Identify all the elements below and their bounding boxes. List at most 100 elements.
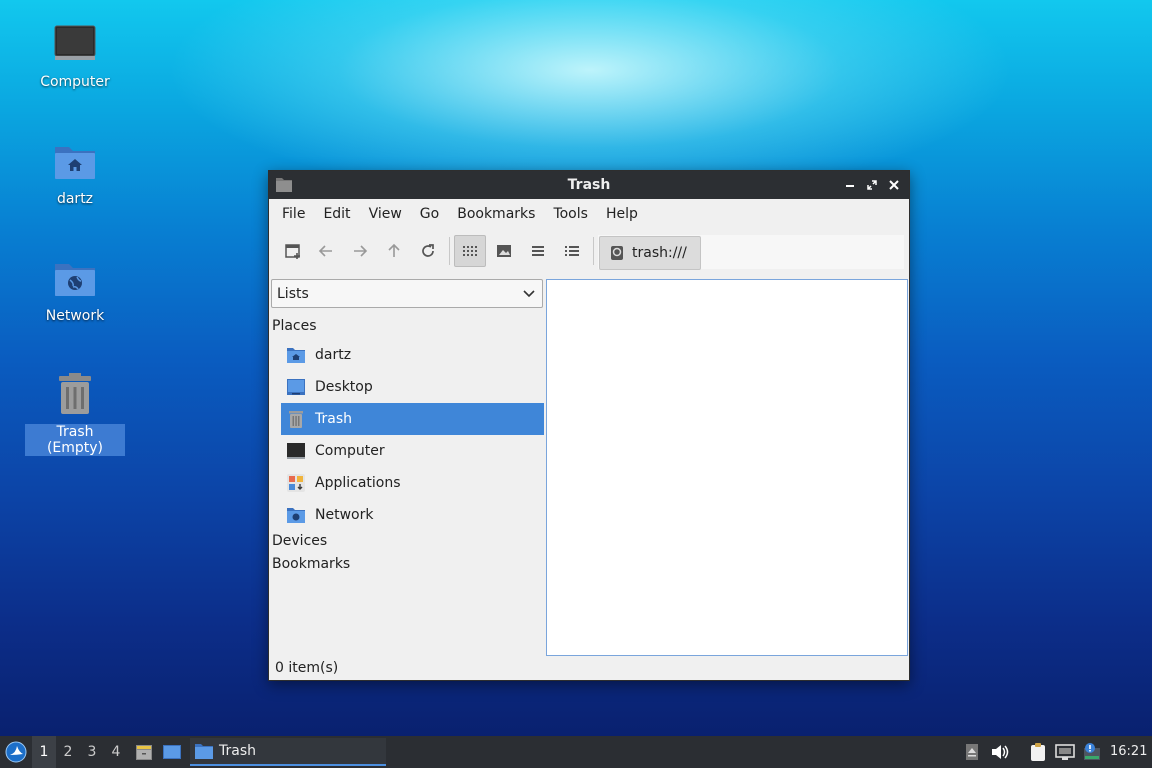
workspace-4[interactable]: 4 (104, 736, 128, 768)
menu-go[interactable]: Go (411, 206, 448, 222)
section-bookmarks[interactable]: Bookmarks (272, 556, 350, 572)
place-label: Trash (315, 411, 352, 427)
path-button-trash[interactable]: trash:/// (599, 236, 701, 270)
menu-view[interactable]: View (360, 206, 411, 222)
place-item-desktop[interactable]: Desktop (281, 371, 544, 403)
maximize-button[interactable] (863, 175, 881, 195)
network-wired-icon (1055, 744, 1075, 760)
new-tab-button[interactable] (277, 235, 309, 267)
workspace-1[interactable]: 1 (32, 736, 56, 768)
desktop-icon-network[interactable]: Network (25, 256, 125, 324)
minimize-button[interactable] (841, 175, 859, 195)
place-item-network[interactable]: Network (281, 499, 544, 531)
place-item-home[interactable]: dartz (281, 339, 544, 371)
workspace-2[interactable]: 2 (56, 736, 80, 768)
update-notifier-button[interactable] (1080, 736, 1104, 768)
forward-button[interactable] (344, 235, 376, 267)
side-pane-mode-value: Lists (277, 285, 309, 302)
clock[interactable]: 16:21 (1110, 744, 1147, 759)
menu-edit[interactable]: Edit (314, 206, 359, 222)
network-status-button[interactable] (1053, 736, 1077, 768)
path-bar: trash:/// (598, 235, 904, 270)
trash-icon (285, 408, 307, 430)
detailed-list-icon (565, 246, 579, 256)
desktop-icon-trash[interactable]: Trash (Empty) (25, 372, 125, 456)
reload-icon (422, 244, 434, 257)
computer-icon (51, 22, 99, 70)
thumbnail-view-button[interactable] (488, 235, 520, 267)
desktop-icon-label: Network (45, 308, 105, 324)
file-view-area[interactable] (546, 279, 908, 656)
place-item-computer[interactable]: Computer (281, 435, 544, 467)
menu-bookmarks[interactable]: Bookmarks (448, 206, 544, 222)
network-folder-icon (51, 256, 99, 304)
window-titlebar[interactable]: Trash (269, 171, 909, 199)
file-manager-window: Trash File Edit View Go Bookmarks Tools … (268, 170, 910, 681)
place-label: dartz (315, 347, 352, 363)
desktop-icon (163, 745, 181, 759)
workspace-3[interactable]: 3 (80, 736, 104, 768)
place-item-applications[interactable]: Applications (281, 467, 544, 499)
menubar: File Edit View Go Bookmarks Tools Help (269, 199, 909, 229)
new-tab-icon (285, 244, 300, 259)
arrow-right-icon (354, 245, 368, 257)
menu-tools[interactable]: Tools (544, 206, 597, 222)
clipboard-button[interactable] (1026, 736, 1050, 768)
reload-button[interactable] (412, 235, 444, 267)
tray-expand-button[interactable] (962, 736, 982, 768)
desktop-icon (285, 376, 307, 398)
side-pane: Lists Places dartz Desktop Trash Compute… (269, 279, 545, 659)
start-menu-button[interactable] (2, 736, 30, 768)
trash-icon (51, 372, 99, 420)
network-folder-icon (285, 504, 307, 526)
menu-file[interactable]: File (273, 206, 314, 222)
desktop-icon-label: Computer (40, 74, 110, 90)
desktop-icon-label: Trash (Empty) (25, 424, 125, 456)
status-bar: 0 item(s) (275, 660, 339, 676)
image-icon (497, 245, 511, 257)
file-manager-launcher[interactable] (132, 736, 156, 768)
desktop-icon-computer[interactable]: Computer (25, 22, 125, 90)
file-cabinet-icon (136, 745, 152, 760)
list-icon (532, 246, 544, 256)
lubuntu-logo-icon (5, 741, 27, 763)
menu-help[interactable]: Help (597, 206, 647, 222)
back-button[interactable] (310, 235, 342, 267)
close-icon (889, 180, 899, 190)
home-folder-icon (51, 139, 99, 187)
section-devices[interactable]: Devices (272, 533, 327, 549)
place-label: Applications (315, 475, 401, 491)
arrow-up-icon (388, 243, 400, 257)
maximize-icon (867, 180, 877, 190)
place-label: Network (315, 507, 374, 523)
taskbar-window-trash[interactable]: Trash (190, 738, 386, 766)
path-label: trash:/// (632, 245, 687, 261)
window-title: Trash (567, 177, 611, 193)
close-button[interactable] (885, 175, 903, 195)
show-desktop-button[interactable] (160, 736, 184, 768)
minimize-icon (846, 185, 854, 187)
home-folder-icon (285, 344, 307, 366)
toolbar-separator (449, 237, 450, 265)
place-item-trash[interactable]: Trash (281, 403, 544, 435)
detailed-view-button[interactable] (556, 235, 588, 267)
section-places[interactable]: Places (272, 318, 317, 334)
update-notification-icon (1084, 743, 1100, 760)
toolbar: trash:/// (269, 229, 909, 273)
clipboard-icon (1031, 743, 1045, 761)
side-pane-mode-select[interactable]: Lists (271, 279, 543, 308)
place-label: Desktop (315, 379, 373, 395)
desktop-icon-label: dartz (56, 191, 94, 207)
icon-view-button[interactable] (454, 235, 486, 267)
eject-up-icon (966, 744, 978, 760)
taskbar: 1 2 3 4 Trash 16:21 (0, 736, 1152, 768)
up-button[interactable] (378, 235, 410, 267)
volume-button[interactable] (988, 736, 1012, 768)
folder-icon (195, 744, 213, 759)
desktop-icon-home[interactable]: dartz (25, 139, 125, 207)
taskbar-window-label: Trash (219, 743, 256, 759)
arrow-left-icon (318, 245, 332, 257)
compact-view-button[interactable] (522, 235, 554, 267)
place-label: Computer (315, 443, 385, 459)
chevron-down-icon (522, 286, 536, 304)
